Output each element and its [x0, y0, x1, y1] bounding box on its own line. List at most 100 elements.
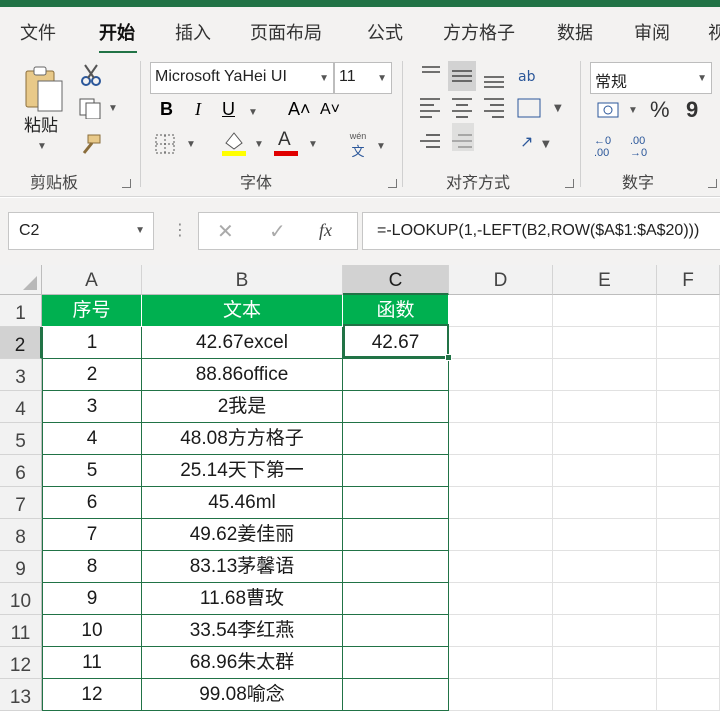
phonetic-button[interactable]: wén 文 ▼ — [340, 131, 386, 160]
table-cell[interactable] — [343, 615, 449, 647]
table-cell[interactable] — [449, 583, 553, 615]
row-header[interactable]: 2 — [0, 327, 42, 359]
table-cell[interactable]: 48.08方方格子 — [142, 423, 343, 455]
table-cell[interactable]: 99.08喻念 — [142, 679, 343, 711]
table-cell[interactable]: 7 — [42, 519, 142, 551]
table-cell[interactable] — [553, 455, 657, 487]
table-cell[interactable] — [553, 615, 657, 647]
table-cell[interactable] — [657, 647, 720, 679]
table-cell[interactable] — [657, 295, 720, 327]
table-cell[interactable] — [449, 455, 553, 487]
table-cell[interactable] — [553, 423, 657, 455]
table-cell[interactable] — [553, 679, 657, 711]
row-header[interactable]: 4 — [0, 391, 42, 423]
column-header-e[interactable]: E — [553, 265, 657, 295]
table-cell[interactable] — [657, 551, 720, 583]
table-cell[interactable] — [657, 615, 720, 647]
fill-handle[interactable] — [445, 354, 452, 361]
table-cell[interactable] — [657, 327, 720, 359]
table-cell[interactable] — [657, 455, 720, 487]
font-size-select[interactable]: 11 ▼ — [334, 62, 392, 94]
table-cell[interactable]: 9 — [42, 583, 142, 615]
row-header[interactable]: 1 — [0, 295, 42, 327]
table-cell[interactable] — [343, 423, 449, 455]
table-cell[interactable] — [553, 551, 657, 583]
borders-button[interactable]: ▼ — [154, 133, 196, 160]
table-cell[interactable] — [657, 423, 720, 455]
table-cell[interactable] — [657, 519, 720, 551]
formula-input[interactable]: =-LOOKUP(1,-LEFT(B2,ROW($A$1:$A$20))) — [362, 212, 720, 250]
number-format-select[interactable]: 常规 ▼ — [590, 62, 712, 94]
table-cell[interactable] — [553, 647, 657, 679]
bold-button[interactable]: B — [160, 99, 173, 120]
table-cell[interactable] — [553, 391, 657, 423]
table-cell[interactable] — [657, 391, 720, 423]
alignment-launcher-icon[interactable] — [565, 179, 574, 188]
column-header-b[interactable]: B — [142, 265, 343, 295]
column-header-d[interactable]: D — [449, 265, 553, 295]
header-cell-a1[interactable]: 序号 — [42, 295, 142, 327]
paste-button[interactable]: 粘贴 ▼ — [22, 61, 66, 157]
grow-font-button[interactable]: A˄ — [288, 99, 311, 120]
table-cell[interactable]: 2我是 — [142, 391, 343, 423]
table-cell[interactable] — [553, 583, 657, 615]
table-cell[interactable] — [449, 359, 553, 391]
tab-review[interactable]: 审阅 — [634, 19, 670, 45]
tab-file[interactable]: 文件 — [20, 19, 56, 45]
tab-page-layout[interactable]: 页面布局 — [250, 19, 322, 45]
column-header-c[interactable]: C — [343, 265, 449, 295]
table-cell[interactable] — [449, 295, 553, 327]
tab-insert[interactable]: 插入 — [175, 19, 211, 45]
table-cell[interactable]: 1 — [42, 327, 142, 359]
table-cell[interactable]: 42.67excel — [142, 327, 343, 359]
italic-button[interactable]: I — [195, 99, 201, 120]
table-cell[interactable]: 11 — [42, 647, 142, 679]
column-header-a[interactable]: A — [42, 265, 142, 295]
table-cell[interactable]: 45.46ml — [142, 487, 343, 519]
row-header[interactable]: 7 — [0, 487, 42, 519]
table-cell[interactable] — [449, 487, 553, 519]
row-header[interactable]: 6 — [0, 455, 42, 487]
table-cell[interactable] — [449, 423, 553, 455]
tab-ffcell[interactable]: 方方格子 — [443, 19, 515, 45]
table-cell[interactable]: 5 — [42, 455, 142, 487]
copy-button[interactable]: ▼ — [78, 97, 118, 124]
name-box[interactable]: C2 ▼ — [8, 212, 154, 250]
select-all-button[interactable] — [0, 265, 42, 295]
table-cell[interactable] — [343, 679, 449, 711]
table-cell[interactable] — [343, 391, 449, 423]
font-launcher-icon[interactable] — [388, 179, 397, 188]
table-cell[interactable]: 33.54李红燕 — [142, 615, 343, 647]
table-cell[interactable] — [343, 455, 449, 487]
table-cell[interactable] — [343, 359, 449, 391]
table-cell[interactable] — [343, 583, 449, 615]
clipboard-launcher-icon[interactable] — [122, 179, 131, 188]
table-cell[interactable]: 8 — [42, 551, 142, 583]
comma-button[interactable]: 9 — [686, 97, 698, 123]
table-cell[interactable] — [553, 487, 657, 519]
format-painter-button[interactable] — [78, 133, 102, 162]
table-cell[interactable]: 68.96朱太群 — [142, 647, 343, 679]
number-launcher-icon[interactable] — [708, 179, 717, 188]
table-cell[interactable] — [449, 679, 553, 711]
table-cell[interactable] — [343, 519, 449, 551]
table-cell[interactable] — [449, 615, 553, 647]
insert-function-icon[interactable]: fx — [319, 220, 332, 241]
table-cell[interactable] — [449, 551, 553, 583]
row-header[interactable]: 5 — [0, 423, 42, 455]
row-header[interactable]: 12 — [0, 647, 42, 679]
table-cell[interactable]: 6 — [42, 487, 142, 519]
table-cell[interactable] — [657, 487, 720, 519]
table-cell[interactable]: 10 — [42, 615, 142, 647]
row-header[interactable]: 11 — [0, 615, 42, 647]
table-cell[interactable] — [343, 487, 449, 519]
increase-decimal-button[interactable]: ←0 .00 — [594, 135, 620, 159]
table-cell[interactable] — [657, 359, 720, 391]
table-cell[interactable]: 88.86office — [142, 359, 343, 391]
fill-color-button[interactable]: ▼ — [220, 129, 264, 162]
table-cell[interactable] — [449, 327, 553, 359]
header-cell-c1[interactable]: 函数 — [343, 295, 449, 327]
tab-home[interactable]: 开始 — [99, 19, 135, 45]
table-cell[interactable] — [553, 519, 657, 551]
tab-data[interactable]: 数据 — [557, 19, 593, 45]
